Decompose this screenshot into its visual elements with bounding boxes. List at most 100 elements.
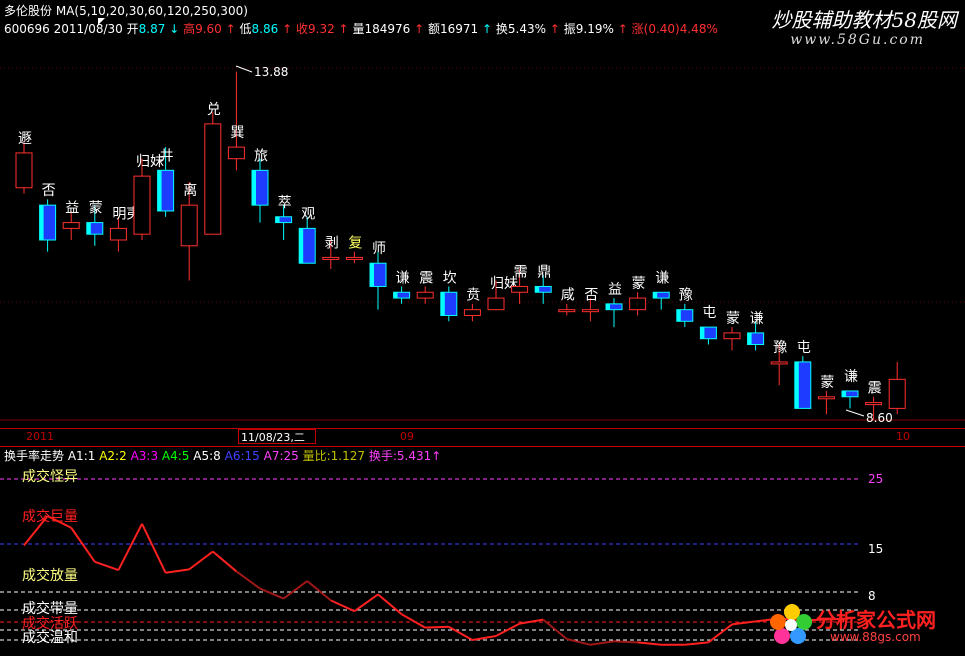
candle	[227, 71, 245, 171]
turnover-segment	[590, 640, 615, 646]
candle	[817, 390, 835, 415]
gua-label: 需	[514, 264, 528, 280]
up-arrow-icon: ↑	[431, 449, 442, 463]
scale-25: 25	[868, 472, 884, 486]
gua-label: 益	[608, 282, 622, 298]
turnover-segment	[235, 570, 261, 590]
candle	[463, 303, 481, 322]
date-label-10: 10	[896, 430, 910, 443]
logo-text: 分析家公式网	[816, 608, 936, 632]
turnover-segment	[613, 640, 638, 644]
date-label-2011: 2011	[26, 430, 54, 443]
turnover-segment	[306, 580, 332, 602]
gua-label: 否	[584, 288, 598, 304]
candle	[629, 292, 647, 316]
turnover-segment	[117, 523, 143, 571]
watermark-title: 炒股辅助教材58股网	[771, 8, 957, 32]
gua-label: 兑	[207, 102, 221, 118]
up-arrow-icon: ↑	[549, 22, 560, 36]
turnover-segment	[165, 568, 190, 574]
a3-label: A3:3	[130, 449, 159, 463]
lower-header: 换手率走势 A1:1 A2:2 A3:3 A4:5 A5:8 A6:15 A7:…	[4, 447, 441, 464]
candle	[298, 216, 316, 264]
amount-label: 额	[427, 22, 440, 36]
a1-label: A1:1	[67, 449, 96, 463]
kline-chart[interactable]: 遯否益蒙明夷归妹井离兑巽旅萃观剥复师谦震坎贲归妹需 鼎咸否益蒙谦豫屯蒙谦豫 屯蒙 谦震…	[0, 0, 965, 428]
gua-label: 巽	[230, 125, 244, 141]
gua-label: 观	[301, 206, 315, 222]
level-wenhe: 成交温和	[22, 630, 78, 646]
gua-label: 旅	[254, 148, 268, 164]
amplitude-value: 9.19%	[575, 22, 614, 36]
change-label: 涨	[631, 22, 644, 36]
stock-name: 多伦股份	[4, 4, 53, 18]
volume-value: 184976	[364, 22, 411, 36]
gua-label: 豫	[679, 288, 693, 304]
volume-label: 量	[352, 22, 365, 36]
candle	[251, 158, 269, 223]
turnover-segment	[141, 523, 167, 574]
amplitude-label: 振	[563, 22, 576, 36]
price-low-mark: 8.60	[866, 411, 893, 425]
turnover-segment	[283, 580, 308, 600]
gua-label: 豫	[773, 340, 787, 356]
candle	[369, 251, 387, 310]
ma-label: MA(5,10,20,30,60,120,250,300)	[55, 4, 248, 18]
watermark-url: www.58Gu.com	[790, 32, 925, 48]
turnover-segment	[448, 625, 473, 641]
level-guaiyi: 成交怪异	[22, 469, 78, 485]
change-value: (0.40)	[643, 22, 680, 36]
gua-label: 坎	[443, 270, 457, 286]
close-label: 收	[295, 22, 308, 36]
gua-label: 离	[183, 182, 197, 199]
turnover-segment	[259, 587, 284, 600]
turnover-segment	[472, 635, 497, 641]
turnover-segment	[188, 550, 214, 571]
candle	[39, 199, 57, 252]
gua-label: 咸	[561, 288, 575, 304]
a5-label: A5:8	[193, 449, 221, 463]
candle	[204, 112, 222, 235]
gua-label: 益	[65, 201, 79, 217]
date-label-09: 09	[400, 430, 414, 443]
gua-label: 师	[372, 241, 386, 257]
lower-title: 换手率走势	[4, 449, 65, 463]
gua-label: 屯	[702, 305, 716, 321]
candle	[133, 158, 151, 240]
turnover-segment	[637, 641, 662, 646]
gua-label: 蒙	[820, 375, 834, 391]
price-high-mark: 13.88	[254, 65, 288, 79]
code-date: 600696 2011/08/30	[4, 22, 123, 36]
candle	[416, 286, 434, 304]
open-value: 8.87	[138, 22, 166, 36]
turnover-segment	[94, 560, 119, 572]
amount-value: 16971	[440, 22, 479, 36]
huanshou-label: 换手:5.431	[368, 449, 432, 463]
turnover-segment	[212, 550, 238, 573]
gua-label: 屯	[797, 340, 811, 356]
high-value: 9.60	[195, 22, 222, 36]
candle	[558, 303, 576, 316]
candle	[393, 286, 411, 304]
header-row-2: 600696 2011/08/30 开8.87 ↓ 高9.60 ↑ 低8.86 …	[4, 20, 718, 37]
gua-label: 蒙	[726, 311, 740, 327]
down-arrow-icon: ↓	[169, 22, 180, 36]
level-juliang: 成交巨量	[22, 509, 78, 525]
up-arrow-icon: ↑	[225, 22, 236, 36]
date-axis: 2011 11/08/23,二 09 10	[0, 428, 965, 447]
gua-label: 剥	[325, 235, 339, 251]
turnover-segment	[353, 593, 379, 613]
change-pct: 4.48%	[679, 22, 718, 36]
turnover-segment	[330, 599, 355, 613]
a2-label: A2:2	[99, 449, 127, 463]
gua-label: 谦	[750, 311, 764, 327]
turnover-segment	[401, 613, 426, 629]
open-label: 开	[126, 22, 139, 36]
candle	[841, 390, 859, 409]
candle	[794, 356, 812, 409]
up-arrow-icon: ↑	[617, 22, 628, 36]
turnover-segment	[425, 625, 449, 629]
low-value: 8.86	[251, 22, 279, 36]
turnover-segment	[684, 641, 709, 646]
candle	[888, 361, 906, 415]
